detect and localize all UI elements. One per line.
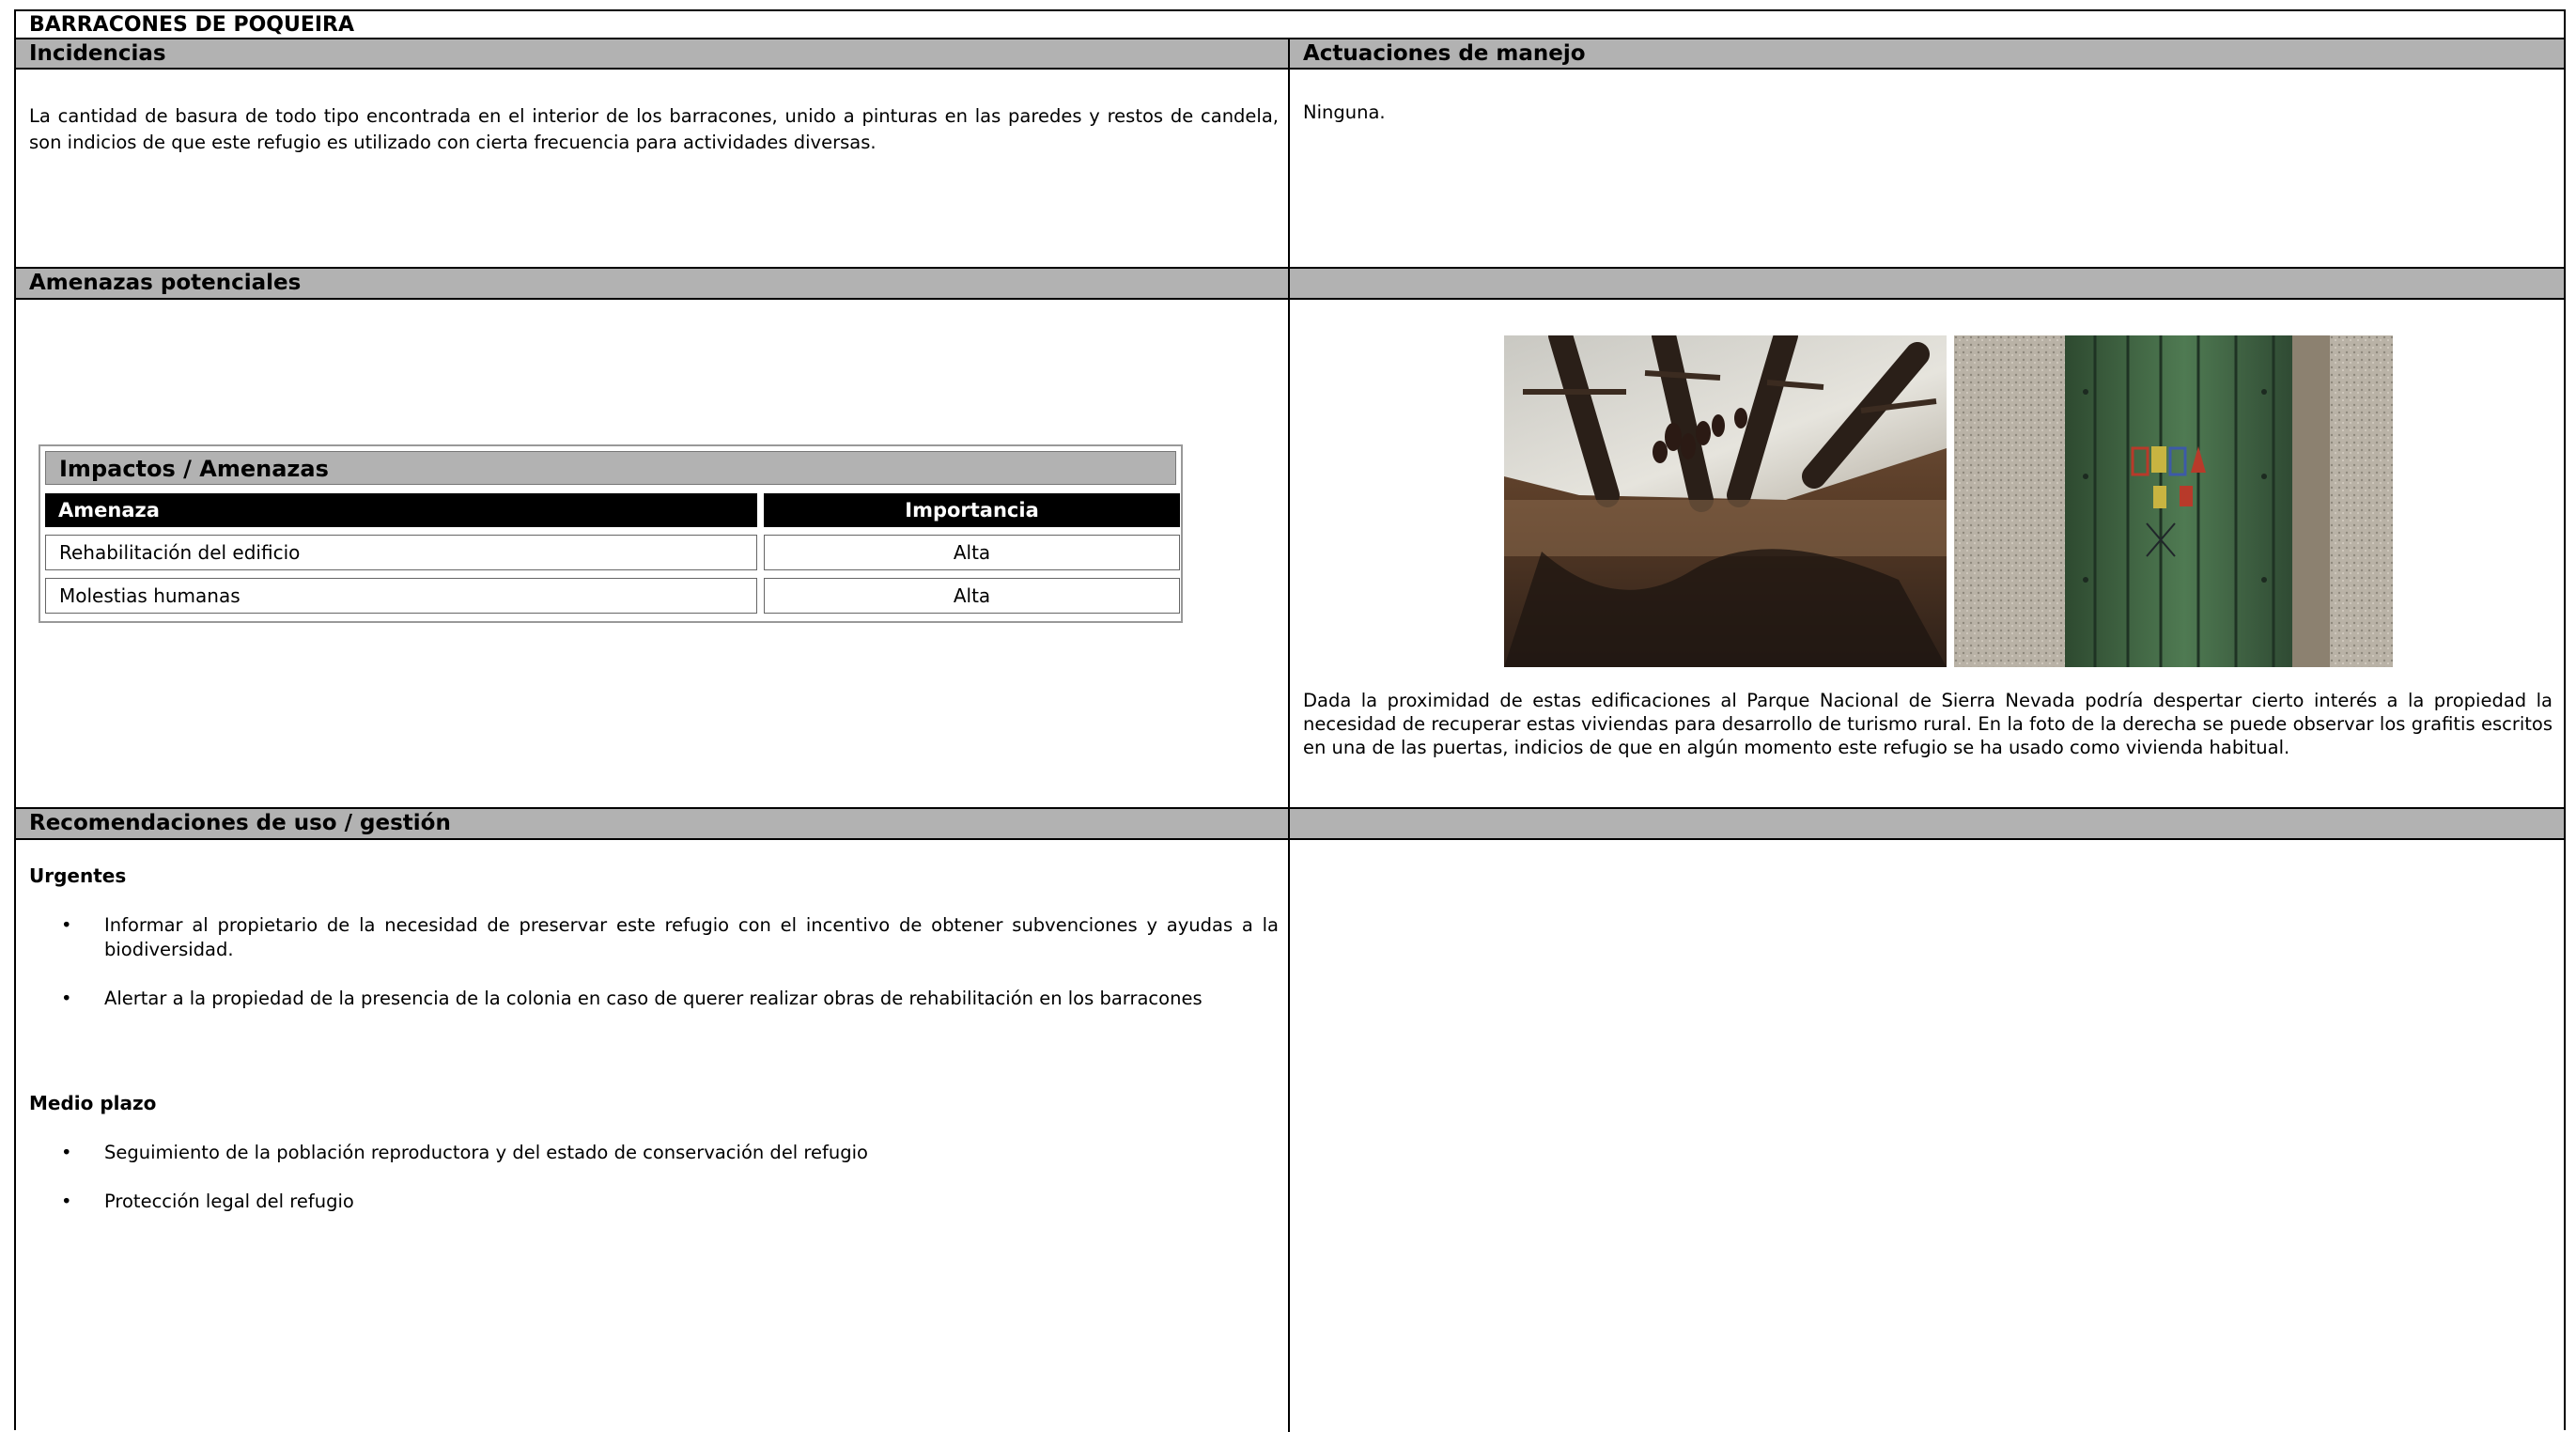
list-item-text: Alertar a la propiedad de la presencia d… bbox=[104, 988, 1203, 1009]
recomendaciones-header-empty bbox=[1290, 809, 2564, 838]
recomendaciones-cell: Urgentes • Informar al propietario de la… bbox=[16, 840, 1290, 1432]
medio-plazo-label: Medio plazo bbox=[29, 1092, 157, 1114]
incidencias-header-row: Incidencias Actuaciones de manejo bbox=[16, 39, 2564, 70]
door-graffiti-photo bbox=[1954, 335, 2393, 667]
ceiling-photo bbox=[1504, 335, 1947, 667]
col-header-importancia: Importancia bbox=[764, 493, 1180, 527]
actuaciones-text: Ninguna. bbox=[1303, 101, 1386, 123]
amenazas-cell: Impactos / Amenazas Amenaza Importancia … bbox=[16, 300, 1290, 807]
incidencias-body-row: La cantidad de basura de todo tipo encon… bbox=[16, 70, 2564, 269]
document-title: BARRACONES DE POQUEIRA bbox=[16, 11, 2564, 39]
bullet-glyph: • bbox=[61, 1142, 72, 1163]
urgentes-list: • Informar al propietario de la necesida… bbox=[16, 913, 1279, 1011]
recomendaciones-body-row: Urgentes • Informar al propietario de la… bbox=[16, 840, 2564, 1432]
actuaciones-cell: Ninguna. bbox=[1290, 70, 2564, 267]
list-item: • Alertar a la propiedad de la presencia… bbox=[16, 987, 1279, 1011]
list-item-text: Informar al propietario de la necesidad … bbox=[104, 914, 1279, 960]
urgentes-label: Urgentes bbox=[29, 864, 127, 887]
incidencias-cell: La cantidad de basura de todo tipo encon… bbox=[16, 70, 1290, 267]
col-header-amenaza: Amenaza bbox=[45, 493, 757, 527]
list-item: • Informar al propietario de la necesida… bbox=[16, 913, 1279, 962]
actuaciones-header: Actuaciones de manejo bbox=[1303, 41, 1586, 66]
table-cell-importancia: Alta bbox=[764, 578, 1180, 614]
list-item-text: Protección legal del refugio bbox=[104, 1191, 354, 1212]
amenazas-header-row: Amenazas potenciales bbox=[16, 269, 2564, 300]
incidencias-text: La cantidad de basura de todo tipo encon… bbox=[29, 105, 1279, 153]
recomendaciones-header: Recomendaciones de uso / gestión bbox=[16, 809, 1290, 838]
table-cell-amenaza: Molestias humanas bbox=[45, 578, 757, 614]
amenazas-body-row: Impactos / Amenazas Amenaza Importancia … bbox=[16, 300, 2564, 809]
photos-caption: Dada la proximidad de estas edificacione… bbox=[1303, 690, 2553, 758]
table-cell-amenaza: Rehabilitación del edificio bbox=[45, 535, 757, 570]
bullet-glyph: • bbox=[61, 988, 72, 1009]
recomendaciones-right-cell bbox=[1290, 840, 2564, 1432]
list-item: • Protección legal del refugio bbox=[16, 1190, 1279, 1214]
bullet-glyph: • bbox=[61, 914, 72, 936]
medio-plazo-list: • Seguimiento de la población reproducto… bbox=[16, 1141, 1279, 1214]
table-cell-importancia: Alta bbox=[764, 535, 1180, 570]
list-item: • Seguimiento de la población reproducto… bbox=[16, 1141, 1279, 1165]
impactos-table-title: Impactos / Amenazas bbox=[45, 451, 1176, 485]
incidencias-header: Incidencias bbox=[16, 39, 1290, 68]
amenazas-header: Amenazas potenciales bbox=[16, 269, 1290, 298]
impactos-table-frame: Impactos / Amenazas Amenaza Importancia … bbox=[39, 444, 1183, 623]
photos-cell: Dada la proximidad de estas edificacione… bbox=[1290, 300, 2564, 807]
amenazas-header-empty bbox=[1290, 269, 2564, 298]
document-page: BARRACONES DE POQUEIRA Incidencias Actua… bbox=[14, 9, 2566, 1432]
recomendaciones-header-row: Recomendaciones de uso / gestión bbox=[16, 809, 2564, 840]
list-item-text: Seguimiento de la población reproductora… bbox=[104, 1142, 868, 1163]
bullet-glyph: • bbox=[61, 1191, 72, 1212]
